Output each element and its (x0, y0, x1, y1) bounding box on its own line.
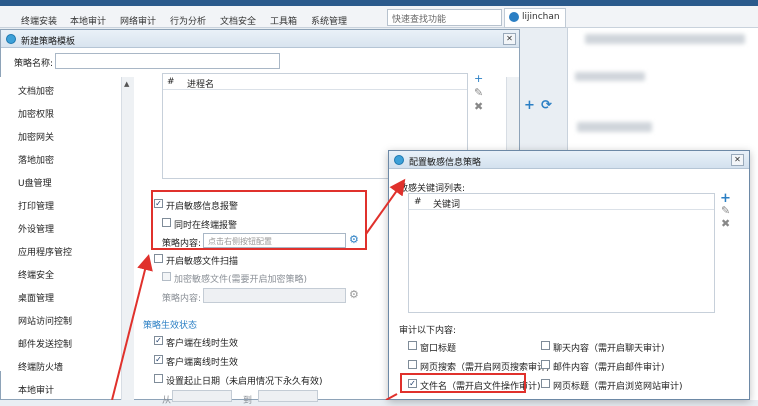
enable-file-scan-checkbox[interactable] (154, 254, 163, 263)
config-app-icon (394, 155, 404, 165)
keyword-list[interactable]: # 关键词 (408, 193, 715, 313)
audit-window-title-label: 窗口标题 (420, 344, 457, 354)
annotation-highlight-box (151, 190, 367, 250)
nav-item-website-access[interactable]: 网站访问控制 (18, 314, 72, 327)
user-name: lijinchan (522, 12, 560, 22)
online-effective-checkbox[interactable]: ✓ (154, 336, 163, 345)
audit-mail-content-checkbox[interactable] (541, 360, 550, 369)
annotation-highlight-box (400, 373, 526, 393)
menubar: 终端安装 本地审计 网络审计 行为分析 文档安全 工具箱 系统管理 快速查找功能… (0, 0, 758, 28)
quick-search-input[interactable]: 快速查找功能 (387, 9, 502, 26)
strategy-name-label: 策略名称: (14, 59, 54, 69)
policy-content-label-2: 策略内容: (162, 294, 202, 304)
nav-scrollbar[interactable] (121, 77, 134, 400)
policy-content-field-2 (203, 288, 346, 303)
process-list-header: # 进程名 (163, 74, 467, 90)
config-dialog-title: 配置敏感信息策略 (409, 158, 482, 168)
audit-chat-content-label: 聊天内容（需开启聊天审计) (553, 344, 665, 354)
menu-item-document-security[interactable]: 文档安全 (220, 14, 256, 27)
menu-item-terminal-install[interactable]: 终端安装 (21, 14, 57, 27)
annotation-anchor (393, 175, 513, 191)
date-range-label: 设置起止日期（未启用情况下永久有效) (166, 377, 323, 387)
menu-item-toolbox[interactable]: 工具箱 (270, 14, 297, 27)
edit-process-icon[interactable]: ✎ (474, 86, 483, 99)
menu-item-local-audit[interactable]: 本地审计 (70, 14, 106, 27)
nav-item-local-audit[interactable]: 本地审计 (18, 383, 54, 396)
strategy-name-input[interactable] (55, 53, 280, 69)
menu-item-behavior-analysis[interactable]: 行为分析 (170, 14, 206, 27)
audit-web-search-label: 网页搜索（需开启网页搜索审计) (420, 363, 550, 373)
nav-item-encrypt-gateway[interactable]: 加密网关 (18, 130, 54, 143)
process-col-name: 进程名 (187, 80, 215, 90)
config-sensitive-info-dialog: 配置敏感信息策略 ✕ 敏感关键词列表: # 关键词 + ✎ ✖ 审计以下内容: … (388, 150, 750, 400)
online-effective-label: 客户端在线时生效 (166, 339, 239, 349)
blurred-content (577, 122, 652, 132)
nav-item-peripheral-management[interactable]: 外设管理 (18, 222, 54, 235)
dialog-titlebar: 新建策略模板 ✕ (1, 30, 519, 48)
blurred-content (585, 34, 745, 44)
nav-item-mail-send-control[interactable]: 邮件发送控制 (18, 337, 72, 350)
enable-file-scan-label: 开启敏感文件扫描 (166, 257, 239, 267)
scroll-up-icon[interactable]: ▲ (124, 80, 129, 88)
offline-effective-checkbox[interactable]: ✓ (154, 355, 163, 364)
nav-item-doc-encrypt[interactable]: 文档加密 (18, 84, 54, 97)
close-button[interactable]: ✕ (503, 33, 516, 45)
blurred-content (575, 72, 645, 81)
nav-item-terminal-security[interactable]: 终端安全 (18, 268, 54, 281)
add-process-icon[interactable]: + (474, 72, 483, 85)
nav-item-print-management[interactable]: 打印管理 (18, 199, 54, 212)
audit-chat-content-checkbox[interactable] (541, 341, 550, 350)
process-col-index: # (167, 77, 175, 87)
menu-item-network-audit[interactable]: 网络审计 (120, 14, 156, 27)
nav-item-app-control[interactable]: 应用程序管控 (18, 245, 72, 258)
config-close-button[interactable]: ✕ (731, 154, 744, 166)
encrypt-sensitive-file-checkbox (162, 272, 171, 281)
audit-web-title-checkbox[interactable] (541, 379, 550, 388)
configure-gear-icon-disabled: ⚙ (349, 288, 359, 301)
date-range-checkbox[interactable] (154, 374, 163, 383)
add-icon[interactable]: + (524, 98, 535, 113)
dialog-title: 新建策略模板 (21, 37, 76, 47)
user-avatar-icon (509, 12, 519, 22)
keyword-col-name: 关键词 (433, 200, 461, 210)
keyword-list-header: # 关键词 (409, 194, 714, 210)
audit-web-title-label: 网页标题（需开启浏览网站审计) (553, 382, 683, 392)
date-from-field (172, 390, 232, 402)
delete-keyword-icon[interactable]: ✖ (721, 217, 730, 230)
audit-web-search-checkbox[interactable] (408, 360, 417, 369)
effective-state-title: 策略生效状态 (143, 321, 198, 331)
nav-item-landing-encrypt[interactable]: 落地加密 (18, 153, 54, 166)
nav-item-encrypt-permission[interactable]: 加密权限 (18, 107, 54, 120)
nav-item-terminal-firewall[interactable]: 终端防火墙 (18, 360, 63, 373)
config-dialog-titlebar: 配置敏感信息策略 ✕ (389, 151, 749, 169)
encrypt-sensitive-file-label: 加密敏感文件(需要开启加密策略) (174, 275, 308, 285)
app-icon (6, 34, 16, 44)
audit-window-title-checkbox[interactable] (408, 341, 417, 350)
date-to-field (258, 390, 318, 402)
title-strip (0, 0, 758, 6)
audit-content-label: 审计以下内容: (399, 326, 457, 336)
nav-item-desktop-management[interactable]: 桌面管理 (18, 291, 54, 304)
refresh-icon[interactable]: ⟳ (541, 98, 552, 113)
menu-item-system-admin[interactable]: 系统管理 (311, 14, 347, 27)
offline-effective-label: 客户端离线时生效 (166, 358, 239, 368)
delete-process-icon[interactable]: ✖ (474, 100, 483, 113)
nav-item-usb-management[interactable]: U盘管理 (18, 176, 52, 189)
edit-keyword-icon[interactable]: ✎ (721, 204, 730, 217)
keyword-col-index: # (414, 197, 422, 207)
audit-mail-content-label: 邮件内容（需开启邮件审计) (553, 363, 665, 373)
